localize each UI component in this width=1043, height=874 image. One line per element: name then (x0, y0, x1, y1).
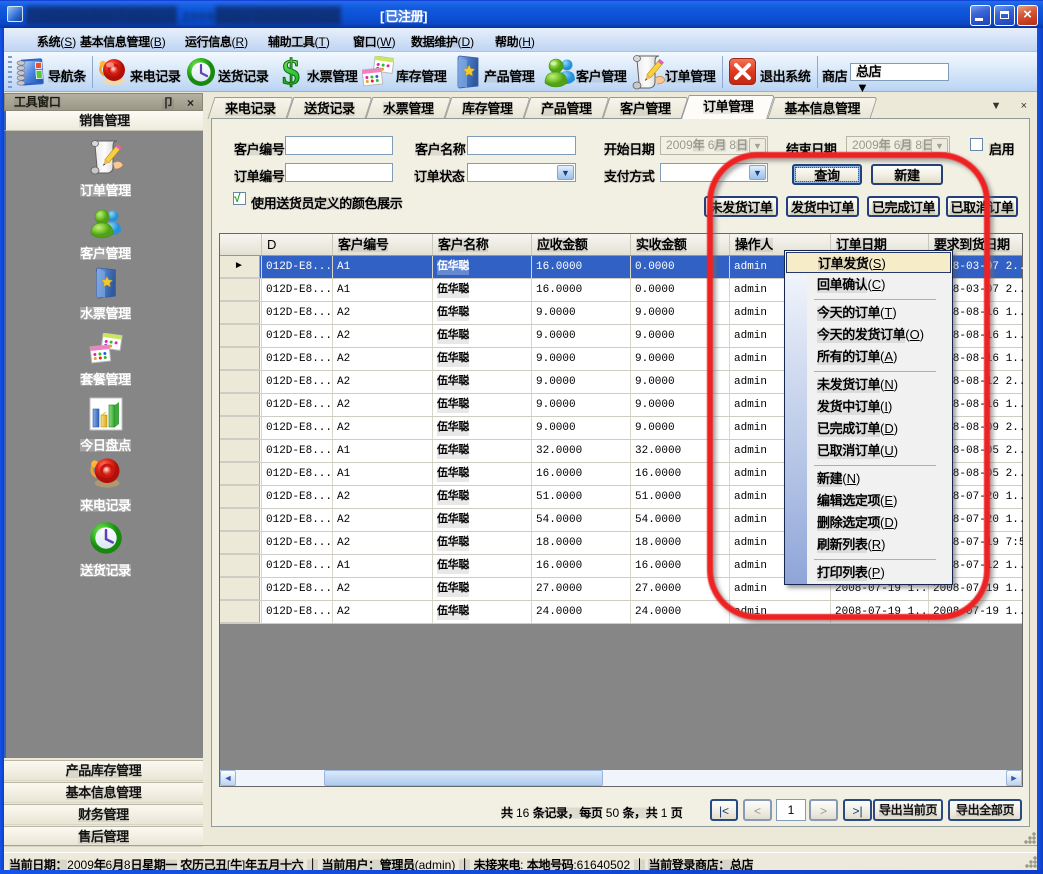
svg-text:$: $ (282, 54, 300, 91)
